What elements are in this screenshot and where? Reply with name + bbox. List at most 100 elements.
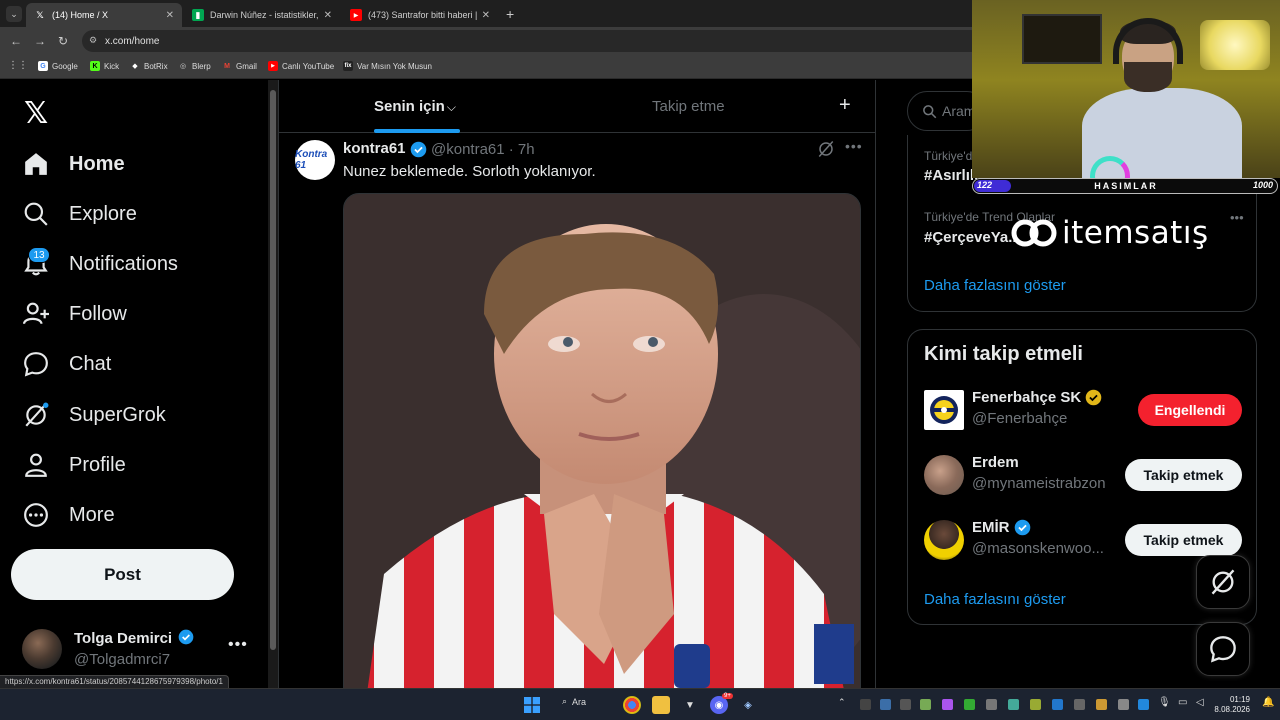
goal-title: HASIMLAR bbox=[1094, 181, 1158, 191]
volume-icon[interactable]: ◁ bbox=[1196, 697, 1204, 708]
site-info-icon[interactable]: ⚙ bbox=[89, 35, 97, 46]
follow-suggestion-row[interactable]: EMİR @masonskenwoo... Takip etmek bbox=[924, 518, 1244, 562]
follow-suggestion-row[interactable]: Fenerbahçe SK @Fenerbahçe Engellendi bbox=[924, 388, 1244, 432]
close-icon[interactable]: ✕ bbox=[482, 10, 490, 21]
follow-suggestion-row[interactable]: Erdem @mynameistrabzon Takip etmek bbox=[924, 453, 1244, 497]
browser-tab-youtube[interactable]: ▶ (473) Santrafor bitti haberi | Sö... ✕ bbox=[342, 3, 498, 27]
microphone-icon[interactable]: 🎙 bbox=[1158, 697, 1171, 708]
add-feed-icon[interactable]: + bbox=[839, 94, 851, 117]
back-icon[interactable]: ← bbox=[10, 34, 22, 48]
verified-badge-icon bbox=[1014, 519, 1030, 536]
close-icon[interactable]: ✕ bbox=[324, 10, 332, 21]
taskbar-clock[interactable]: 01:19 8.08.2026 bbox=[1214, 695, 1250, 715]
sidebar-item-chat[interactable]: Chat bbox=[22, 344, 111, 384]
bookmark-google[interactable]: G Google bbox=[38, 61, 78, 71]
trends-show-more-link[interactable]: Daha fazlasını göster bbox=[924, 277, 1066, 294]
messages-fab-button[interactable] bbox=[1196, 622, 1250, 676]
reload-icon[interactable]: ↻ bbox=[58, 34, 68, 48]
subscriber-goal-bar: 122 HASIMLAR 1000 bbox=[972, 178, 1278, 194]
tab-list-icon[interactable]: ⌄ bbox=[6, 6, 22, 22]
browser-tab-flashscore[interactable]: ▮ Darwin Núñez - istatistikler, kar... ✕ bbox=[184, 3, 340, 27]
tab-following[interactable]: Takip etme bbox=[652, 98, 725, 115]
botrix-icon: ◆ bbox=[132, 63, 138, 70]
chevron-up-icon[interactable]: ⌃ bbox=[838, 697, 846, 708]
tray-app-icon[interactable] bbox=[1052, 699, 1063, 710]
sidebar-scroll-thumb[interactable] bbox=[270, 90, 276, 650]
fenerbahce-logo-icon bbox=[924, 390, 964, 430]
post-button[interactable]: Post bbox=[11, 549, 234, 600]
account-handle: @Tolgadmrci7 bbox=[74, 651, 171, 668]
bluetooth-icon[interactable] bbox=[1138, 699, 1149, 710]
sidebar-item-follow[interactable]: Follow bbox=[22, 294, 127, 334]
follow-button[interactable]: Takip etmek bbox=[1125, 459, 1242, 491]
new-tab-button[interactable]: + bbox=[506, 6, 514, 22]
forward-icon[interactable]: → bbox=[34, 34, 46, 48]
url-text: x.com/home bbox=[105, 35, 160, 47]
sidebar-item-home[interactable]: Home bbox=[22, 144, 125, 184]
bookmark-canli-youtube[interactable]: ▶ Canlı YouTube bbox=[268, 61, 334, 71]
grok-icon[interactable] bbox=[817, 140, 835, 158]
who-to-follow-show-more-link[interactable]: Daha fazlasını göster bbox=[924, 591, 1066, 608]
bookmark-kick[interactable]: K Kick bbox=[90, 61, 119, 71]
wolf-app-icon[interactable]: ▼ bbox=[681, 696, 699, 714]
follow-button[interactable]: Takip etmek bbox=[1125, 524, 1242, 556]
notification-bell-icon[interactable]: 🔔 bbox=[1262, 697, 1274, 708]
avatar bbox=[22, 629, 62, 669]
windows-start-icon[interactable] bbox=[523, 696, 541, 714]
url-input[interactable]: ⚙ x.com/home bbox=[82, 30, 982, 52]
sidebar-item-label: Follow bbox=[69, 302, 127, 325]
tray-app-icon[interactable] bbox=[900, 699, 911, 710]
avatar bbox=[924, 455, 964, 495]
folder-icon[interactable] bbox=[652, 696, 670, 714]
more-dots-icon[interactable]: ••• bbox=[228, 636, 248, 654]
account-name: Tolga Demirci bbox=[74, 629, 194, 647]
tweet-author-handle[interactable]: @kontra61 · 7h bbox=[431, 141, 535, 158]
bookmark-var-misin[interactable]: fix Var Mısın Yok Musun bbox=[343, 61, 432, 71]
sidebar-item-explore[interactable]: Explore bbox=[22, 194, 137, 234]
apps-grid-icon[interactable]: ⋮⋮ bbox=[8, 60, 28, 71]
sidebar-item-label: More bbox=[69, 503, 115, 526]
account-switcher[interactable]: Tolga Demirci @Tolgadmrci7 ••• bbox=[22, 628, 252, 672]
tray-app-icon[interactable] bbox=[942, 699, 953, 710]
taskbar-search[interactable]: ⌕ Ara bbox=[562, 696, 586, 707]
tray-app-icon[interactable] bbox=[860, 699, 871, 710]
flashscore-icon: ▮ bbox=[192, 9, 204, 21]
gmail-icon: M bbox=[224, 62, 230, 70]
tweet-image[interactable] bbox=[343, 193, 861, 688]
tray-app-icon[interactable] bbox=[964, 699, 975, 710]
tray-app-icon[interactable] bbox=[1118, 699, 1129, 710]
person-icon bbox=[22, 451, 50, 479]
x-logo-icon[interactable]: 𝕏 bbox=[24, 96, 48, 131]
tray-app-icon[interactable] bbox=[986, 699, 997, 710]
follow-suggestion-handle: @Fenerbahçe bbox=[972, 410, 1068, 427]
avatar[interactable]: Kontra 61 bbox=[295, 140, 335, 180]
tray-app-icon[interactable] bbox=[1096, 699, 1107, 710]
trend-title[interactable]: #ÇerçeveYa... bbox=[924, 229, 1021, 246]
grok-fab-button[interactable] bbox=[1196, 555, 1250, 609]
tray-app-icon[interactable] bbox=[1074, 699, 1085, 710]
more-dots-icon[interactable]: ••• bbox=[845, 138, 863, 154]
sidebar-item-more[interactable]: More bbox=[22, 495, 115, 535]
blocked-button[interactable]: Engellendi bbox=[1138, 394, 1242, 426]
more-dots-icon[interactable]: ••• bbox=[1230, 210, 1244, 225]
browser-tab-x-home[interactable]: 𝕏 (14) Home / X ✕ bbox=[26, 3, 182, 27]
tray-app-icon[interactable] bbox=[1030, 699, 1041, 710]
close-icon[interactable]: ✕ bbox=[166, 10, 174, 21]
goal-target: 1000 bbox=[1252, 180, 1273, 190]
tab-for-you[interactable]: Senin için ⌵ bbox=[374, 98, 456, 115]
steam-icon[interactable]: ◈ bbox=[739, 696, 757, 714]
tray-app-icon[interactable] bbox=[1008, 699, 1019, 710]
bookmark-botrix[interactable]: ◆ BotRix bbox=[130, 61, 167, 71]
bookmark-blerp[interactable]: ◎ Blerp bbox=[178, 61, 211, 71]
bookmark-gmail[interactable]: M Gmail bbox=[222, 61, 257, 71]
network-icon[interactable]: ▭ bbox=[1178, 697, 1187, 708]
sidebar-item-supergrok[interactable]: SuperGrok bbox=[22, 395, 166, 435]
tray-steam-icon[interactable] bbox=[880, 699, 891, 710]
chrome-icon[interactable] bbox=[623, 696, 641, 714]
search-icon bbox=[22, 200, 50, 228]
active-tab-indicator bbox=[374, 129, 460, 133]
sidebar-item-profile[interactable]: Profile bbox=[22, 445, 126, 485]
more-circle-icon bbox=[22, 501, 50, 529]
tray-app-icon[interactable] bbox=[920, 699, 931, 710]
tweet-author-name[interactable]: kontra61 bbox=[343, 140, 406, 157]
